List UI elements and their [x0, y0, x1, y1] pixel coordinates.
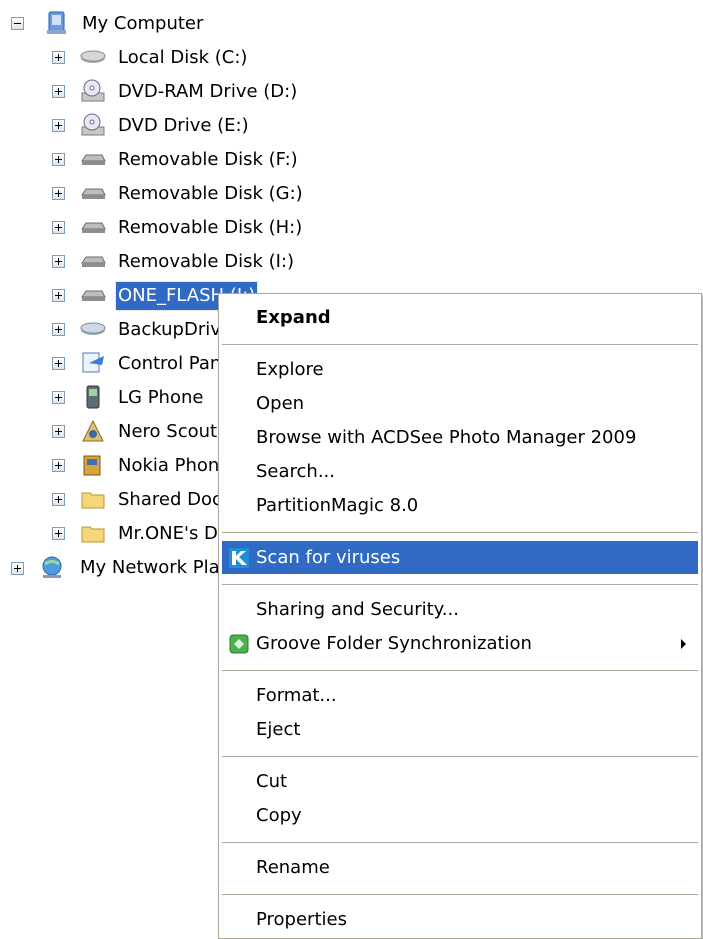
menu-item-open[interactable]: Open: [222, 387, 698, 420]
drive-label: DVD Drive (E:): [118, 115, 249, 136]
groove-icon: [229, 634, 249, 654]
context-menu: Expand Explore Open Browse with ACDSee P…: [218, 293, 702, 939]
expand-toggle[interactable]: [52, 221, 65, 234]
drive-label: Removable Disk (F:): [118, 149, 298, 170]
hard-disk-icon: [80, 50, 106, 63]
menu-separator: [222, 670, 698, 671]
expand-toggle[interactable]: [52, 51, 65, 64]
menu-item-search[interactable]: Search...: [222, 455, 698, 488]
menu-item-explore[interactable]: Explore: [222, 353, 698, 386]
drive-label: Removable Disk (I:): [118, 251, 295, 272]
drive-label: LG Phone: [118, 387, 204, 408]
menu-item-cut[interactable]: Cut: [222, 765, 698, 798]
expand-toggle[interactable]: [52, 153, 65, 166]
menu-separator: [222, 756, 698, 757]
network-places-icon: [42, 556, 62, 578]
drive-label: Local Disk (C:): [118, 47, 248, 68]
expand-toggle[interactable]: [52, 187, 65, 200]
removable-disk-icon: [81, 290, 106, 301]
expand-toggle[interactable]: [52, 357, 65, 370]
expand-toggle[interactable]: [52, 391, 65, 404]
collapse-toggle[interactable]: [11, 17, 24, 30]
removable-disk-icon: [81, 154, 106, 165]
menu-item-sharing-security[interactable]: Sharing and Security...: [222, 593, 698, 626]
menu-separator: [222, 344, 698, 345]
nero-scout-icon: [82, 419, 104, 442]
dvd-drive-icon: [81, 79, 105, 102]
expand-toggle[interactable]: [52, 459, 65, 472]
phone-icon: [86, 385, 100, 409]
submenu-arrow-icon: [681, 639, 686, 649]
menu-item-scan-for-viruses[interactable]: Scan for viruses: [222, 541, 698, 574]
network-drive-icon: [80, 322, 106, 335]
control-panel-icon: [82, 352, 104, 373]
expand-toggle[interactable]: [52, 289, 65, 302]
removable-disk-icon: [81, 256, 106, 267]
menu-item-partitionmagic[interactable]: PartitionMagic 8.0: [222, 489, 698, 522]
removable-disk-icon: [81, 188, 106, 199]
drive-label: BackupDrive: [118, 319, 232, 340]
menu-item-browse-acdsee[interactable]: Browse with ACDSee Photo Manager 2009: [222, 421, 698, 454]
folder-icon: [81, 526, 105, 543]
menu-separator: [222, 894, 698, 895]
drive-label: Removable Disk (G:): [118, 183, 303, 204]
dvd-drive-icon: [81, 113, 105, 136]
menu-separator: [222, 532, 698, 533]
drive-label: DVD-RAM Drive (D:): [118, 81, 298, 102]
expand-toggle[interactable]: [52, 527, 65, 540]
expand-toggle[interactable]: [11, 562, 24, 575]
removable-disk-icon: [81, 222, 106, 233]
menu-item-rename[interactable]: Rename: [222, 851, 698, 884]
menu-item-eject[interactable]: Eject: [222, 713, 698, 746]
menu-item-copy[interactable]: Copy: [222, 799, 698, 832]
expand-toggle[interactable]: [52, 119, 65, 132]
menu-separator: [222, 584, 698, 585]
nokia-phone-icon: [83, 455, 101, 476]
menu-item-properties[interactable]: Properties: [222, 903, 698, 936]
menu-item-groove-sync[interactable]: Groove Folder Synchronization: [222, 627, 698, 660]
expand-toggle[interactable]: [52, 323, 65, 336]
menu-item-format[interactable]: Format...: [222, 679, 698, 712]
folder-icon: [81, 492, 105, 509]
antivirus-icon: [229, 548, 249, 568]
drive-label: Nero Scout: [118, 421, 218, 442]
expand-toggle[interactable]: [52, 255, 65, 268]
tree-item-my-computer[interactable]: My Computer: [80, 10, 205, 38]
expand-toggle[interactable]: [52, 425, 65, 438]
computer-icon: [47, 11, 66, 34]
expand-toggle[interactable]: [52, 493, 65, 506]
menu-item-expand[interactable]: Expand: [222, 301, 698, 334]
menu-separator: [222, 842, 698, 843]
menu-item-label: Groove Folder Synchronization: [256, 633, 532, 654]
expand-toggle[interactable]: [52, 85, 65, 98]
menu-item-label: Scan for viruses: [256, 547, 401, 568]
drive-label: Removable Disk (H:): [118, 217, 303, 238]
